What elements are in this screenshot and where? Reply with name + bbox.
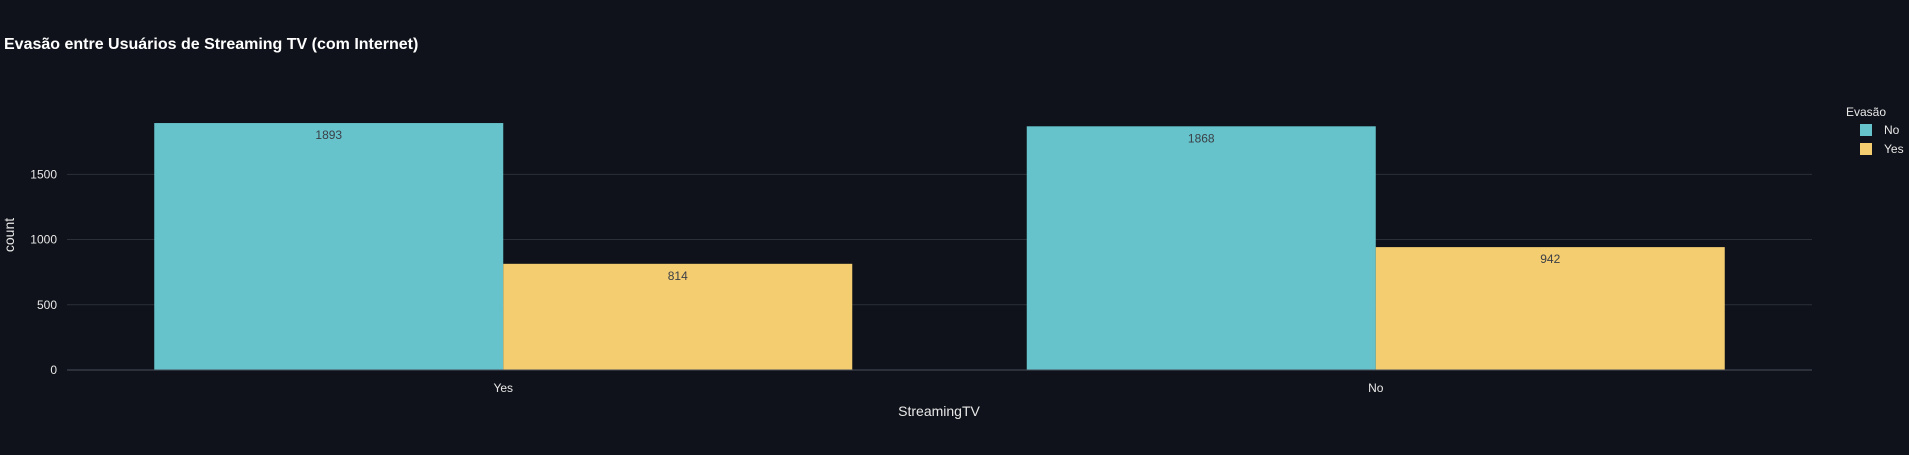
y-tick-label: 500 bbox=[37, 298, 57, 312]
y-axis-ticks: 0 500 1000 1500 bbox=[30, 167, 57, 377]
bar-value-label: 942 bbox=[1540, 252, 1560, 266]
x-tick-label: Yes bbox=[493, 381, 513, 395]
legend-swatch bbox=[1860, 143, 1872, 155]
y-axis-title: count bbox=[1, 218, 17, 252]
y-tick-label: 1500 bbox=[30, 167, 57, 181]
x-axis-ticks: Yes No bbox=[493, 381, 1383, 395]
x-tick-label: No bbox=[1368, 381, 1384, 395]
legend-items: No Yes bbox=[1860, 123, 1904, 156]
bar-value-label: 1893 bbox=[315, 128, 342, 142]
legend-title: Evasão bbox=[1846, 105, 1886, 119]
legend: Evasão No Yes bbox=[1846, 105, 1904, 156]
bar-chart: 1893 814 1868 942 0 500 1000 1500 Yes No Evasão… bbox=[1, 36, 1904, 419]
bar-value-label: 1868 bbox=[1188, 131, 1215, 145]
legend-swatch bbox=[1860, 124, 1872, 136]
y-tick-label: 1000 bbox=[30, 233, 57, 247]
chart-title: Evasão entre Usuários de Streaming TV (c… bbox=[4, 36, 418, 53]
bar bbox=[1026, 126, 1376, 371]
bars bbox=[154, 123, 1725, 371]
y-tick-label: 0 bbox=[50, 363, 57, 377]
x-axis-title: StreamingTV bbox=[898, 403, 980, 419]
legend-label: No bbox=[1884, 123, 1900, 137]
bar-value-label: 814 bbox=[668, 269, 688, 283]
legend-label: Yes bbox=[1884, 142, 1904, 156]
chart-container: 1893 814 1868 942 0 500 1000 1500 Yes No Evasão… bbox=[0, 0, 1909, 450]
bar bbox=[154, 123, 504, 371]
